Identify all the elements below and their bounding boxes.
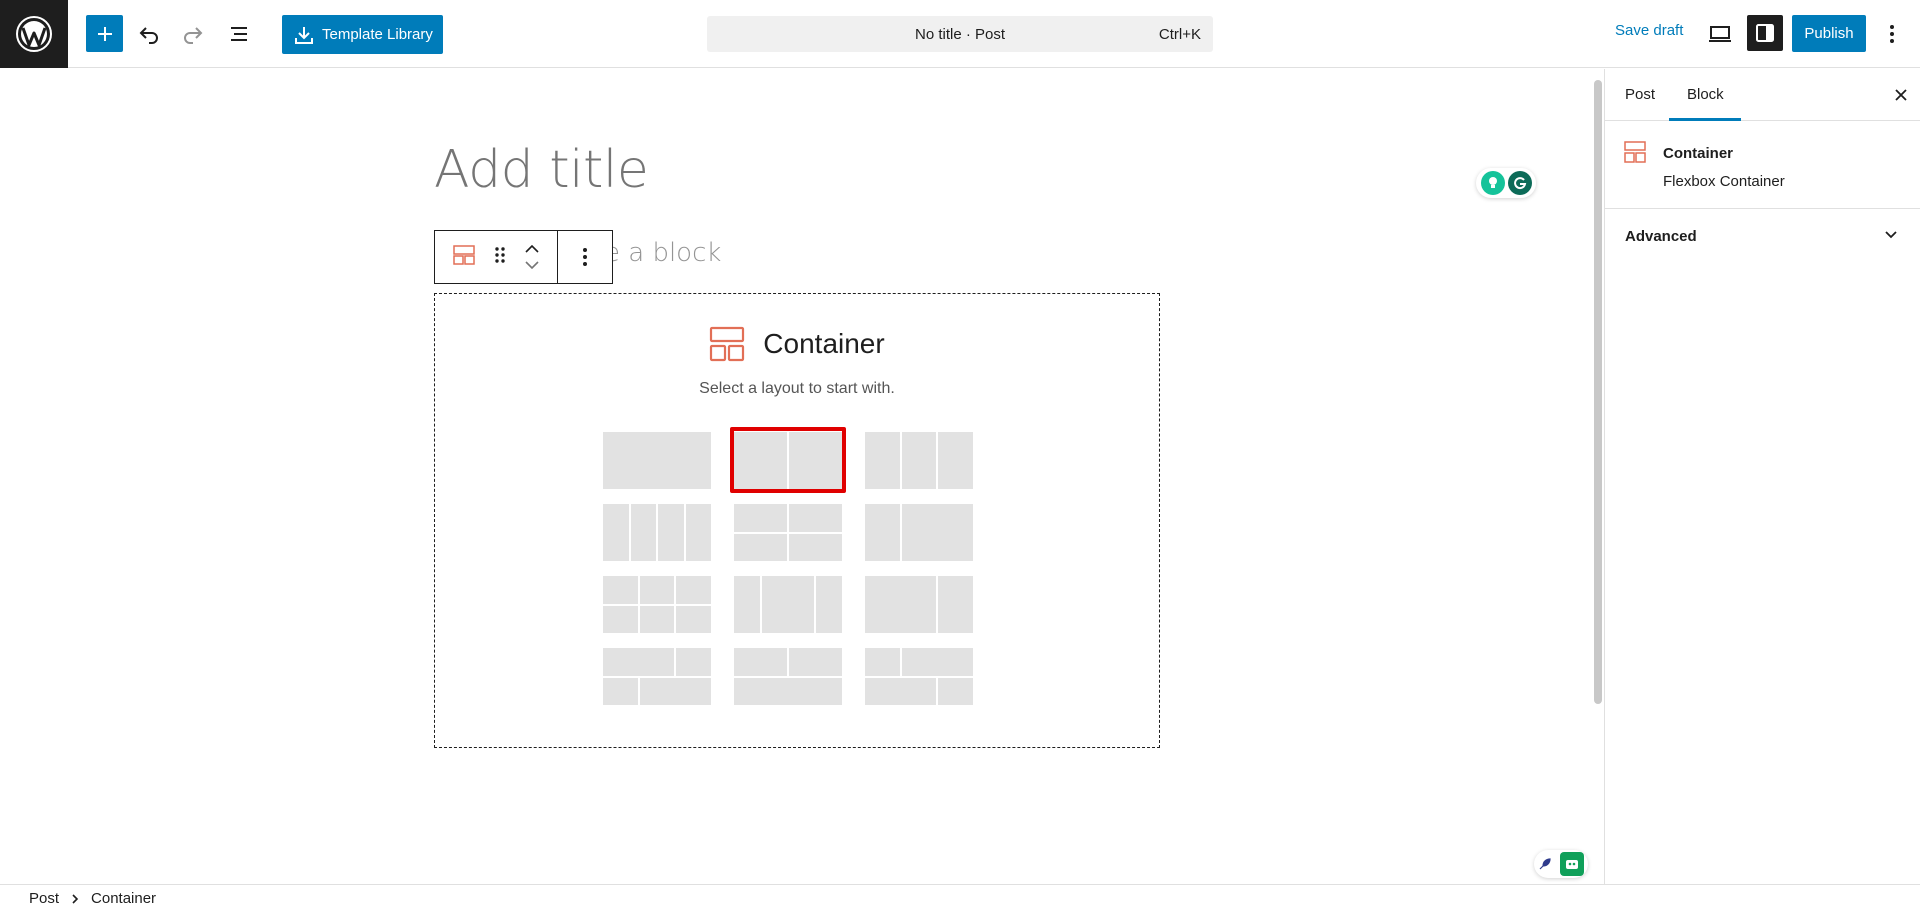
advanced-panel-toggle[interactable]: Advanced — [1605, 209, 1920, 263]
layout-option-3col[interactable] — [865, 432, 974, 489]
container-block-icon — [1624, 141, 1646, 163]
breadcrumb-item-container[interactable]: Container — [91, 890, 156, 907]
command-shortcut: Ctrl+K — [1158, 25, 1201, 43]
sidebar-tabs: Post Block — [1605, 69, 1920, 121]
drag-handle-icon — [495, 246, 505, 263]
tab-block[interactable]: Block — [1687, 86, 1724, 103]
container-block-icon — [452, 244, 475, 265]
preview-button[interactable] — [1702, 16, 1738, 52]
layout-option-2x2-grid[interactable] — [734, 504, 842, 561]
block-toolbar — [434, 230, 613, 284]
move-down-icon[interactable] — [525, 261, 539, 269]
layout-option-3col-25-50-25[interactable] — [734, 576, 842, 633]
move-up-icon[interactable] — [525, 245, 539, 253]
layout-option-1col[interactable] — [603, 432, 711, 489]
block-type-switcher[interactable] — [452, 244, 475, 270]
document-overview-button[interactable] — [221, 16, 257, 52]
command-palette-bar[interactable]: No title · Post Ctrl+K — [707, 16, 1213, 52]
layout-option-3x2-grid[interactable] — [603, 576, 712, 633]
advanced-panel-label: Advanced — [1625, 228, 1697, 245]
settings-sidebar: Post Block — [1604, 69, 1920, 884]
move-buttons[interactable] — [525, 245, 539, 269]
post-title-input[interactable]: Add title — [434, 140, 649, 200]
grammarly-widget[interactable] — [1476, 168, 1536, 198]
tab-post[interactable]: Post — [1625, 86, 1655, 103]
block-card — [1605, 121, 1920, 209]
layout-option-4col[interactable] — [603, 504, 711, 561]
wordpress-logo-icon — [16, 16, 52, 52]
container-subtitle: Select a layout to start with. — [699, 380, 895, 397]
floating-tools-widget[interactable] — [1534, 850, 1588, 878]
undo-button[interactable] — [131, 16, 167, 52]
layout-option-mixed-grid-b[interactable] — [734, 648, 842, 705]
block-placeholder-text: e a block — [604, 238, 722, 268]
more-vertical-icon — [1890, 25, 1894, 43]
lightbulb-icon[interactable] — [1480, 171, 1505, 195]
editor-header: Template Library No title · Post Ctrl+K … — [0, 0, 1920, 68]
container-block-placeholder[interactable]: Container Select a layout to start with. — [434, 293, 1160, 748]
download-icon — [295, 26, 313, 44]
desktop-preview-icon — [1709, 26, 1731, 42]
undo-icon — [139, 27, 158, 44]
block-breadcrumb: Post Container — [0, 884, 1920, 912]
publish-button[interactable]: Publish — [1792, 15, 1866, 52]
redo-button[interactable] — [175, 16, 211, 52]
chevron-down-icon — [1885, 231, 1897, 239]
redo-icon — [184, 27, 203, 44]
template-library-label: Template Library — [322, 26, 433, 43]
options-menu-button[interactable] — [1874, 16, 1910, 52]
grammarly-g-icon[interactable] — [1507, 171, 1532, 195]
container-block-icon — [710, 326, 745, 362]
close-sidebar-button[interactable] — [1889, 83, 1913, 107]
wordpress-logo-button[interactable] — [0, 0, 68, 68]
layout-option-2col-33-66[interactable] — [865, 504, 973, 561]
block-toolbar-group — [435, 231, 558, 283]
robot-assistant-icon[interactable] — [1560, 852, 1584, 876]
container-title: Container — [763, 328, 885, 359]
template-library-button[interactable]: Template Library — [282, 15, 443, 54]
selected-layout-highlight — [730, 427, 846, 493]
canvas-scrollbar[interactable] — [1594, 80, 1602, 704]
settings-sidebar-toggle[interactable] — [1747, 15, 1783, 51]
save-draft-button[interactable]: Save draft — [1615, 22, 1683, 39]
layout-option-2col-66-33[interactable] — [865, 576, 973, 633]
plus-icon — [97, 26, 112, 41]
breadcrumb-item-post[interactable]: Post — [29, 890, 59, 907]
container-header: Container — [435, 326, 1159, 362]
document-title: No title · Post — [914, 25, 1006, 43]
block-card-title: Container — [1663, 145, 1734, 162]
close-icon — [1895, 89, 1907, 101]
layout-option-mixed-grid-c[interactable] — [865, 648, 973, 705]
chevron-right-icon — [72, 893, 79, 904]
settings-sidebar-icon — [1756, 24, 1774, 42]
quill-icon[interactable] — [1538, 857, 1552, 871]
block-card-description: Flexbox Container — [1663, 173, 1785, 190]
block-options-button[interactable] — [558, 231, 612, 283]
block-inserter-button[interactable] — [86, 15, 123, 52]
document-overview-icon — [231, 27, 247, 41]
drag-handle[interactable] — [494, 246, 506, 269]
layout-option-mixed-grid-a[interactable] — [603, 648, 711, 705]
more-vertical-icon — [583, 248, 587, 266]
